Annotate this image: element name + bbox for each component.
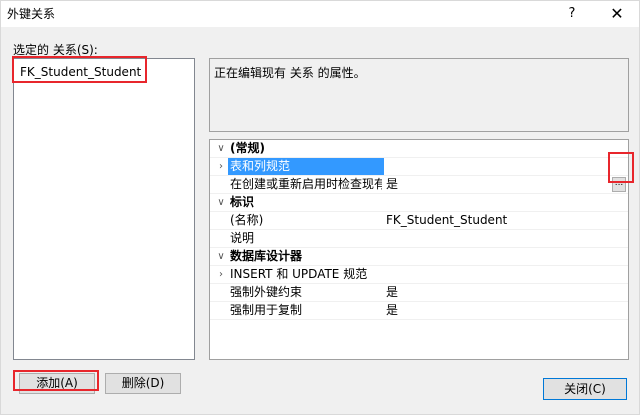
delete-button[interactable]: 删除(D) [105,373,181,394]
property-row[interactable]: › 表和列规范 ... [210,158,628,192]
property-value[interactable]: 是 [386,302,398,319]
category-identity[interactable]: ∨ 标识 [210,194,628,212]
category-label: 标识 [230,195,255,209]
property-name: 表和列规范 [228,158,384,175]
relationship-list[interactable]: FK_Student_Student [13,58,195,360]
close-button[interactable]: 关闭(C) [543,378,627,400]
expand-chevron-icon[interactable]: › [215,158,227,175]
collapse-chevron-icon[interactable]: ∨ [215,248,227,265]
description-panel: 正在编辑现有 关系 的属性。 [209,58,629,132]
collapse-chevron-icon[interactable]: ∨ [215,140,227,157]
property-row[interactable]: 强制外键约束 是 [210,284,628,302]
property-grid[interactable]: ∨ (常规) › 表和列规范 ... 在创建或重新启用时检查现有数据 是 ∨ 标… [209,139,629,360]
property-name: 强制用于复制 [230,303,303,317]
property-value[interactable]: 是 [386,176,398,193]
description-text: 正在编辑现有 关系 的属性。 [214,66,366,80]
category-label: 数据库设计器 [230,249,303,263]
property-row[interactable]: 强制用于复制 是 [210,302,628,320]
expand-chevron-icon[interactable]: › [215,266,227,283]
highlight-box-ellipsis [608,152,634,183]
property-value[interactable]: 是 [386,284,398,301]
close-window-button[interactable]: ✕ [599,3,635,25]
property-value[interactable]: FK_Student_Student [386,212,507,229]
highlight-box-add [13,370,99,391]
property-name: (名称) [230,213,264,227]
foreign-key-relationships-dialog: 外键关系 ? ✕ 选定的 关系(S): FK_Student_Student 正… [0,0,640,415]
help-button[interactable]: ? [561,3,583,25]
property-row[interactable]: (名称) FK_Student_Student [210,212,628,230]
property-row[interactable]: › INSERT 和 UPDATE 规范 [210,266,628,284]
property-row[interactable]: 说明 [210,230,628,248]
property-row[interactable]: 在创建或重新启用时检查现有数据 是 [210,176,628,194]
collapse-chevron-icon[interactable]: ∨ [215,194,227,211]
property-name: 强制外键约束 [230,285,303,299]
property-name: INSERT 和 UPDATE 规范 [230,267,368,281]
property-name: 说明 [230,231,255,245]
category-label: (常规) [230,141,265,155]
category-general[interactable]: ∨ (常规) [210,140,628,158]
highlight-box-relationship [12,56,147,83]
category-database-designer[interactable]: ∨ 数据库设计器 [210,248,628,266]
dialog-title: 外键关系 [7,7,56,21]
property-name: 在创建或重新启用时检查现有数据 [230,177,382,191]
title-bar: 外键关系 ? ✕ [1,1,639,27]
